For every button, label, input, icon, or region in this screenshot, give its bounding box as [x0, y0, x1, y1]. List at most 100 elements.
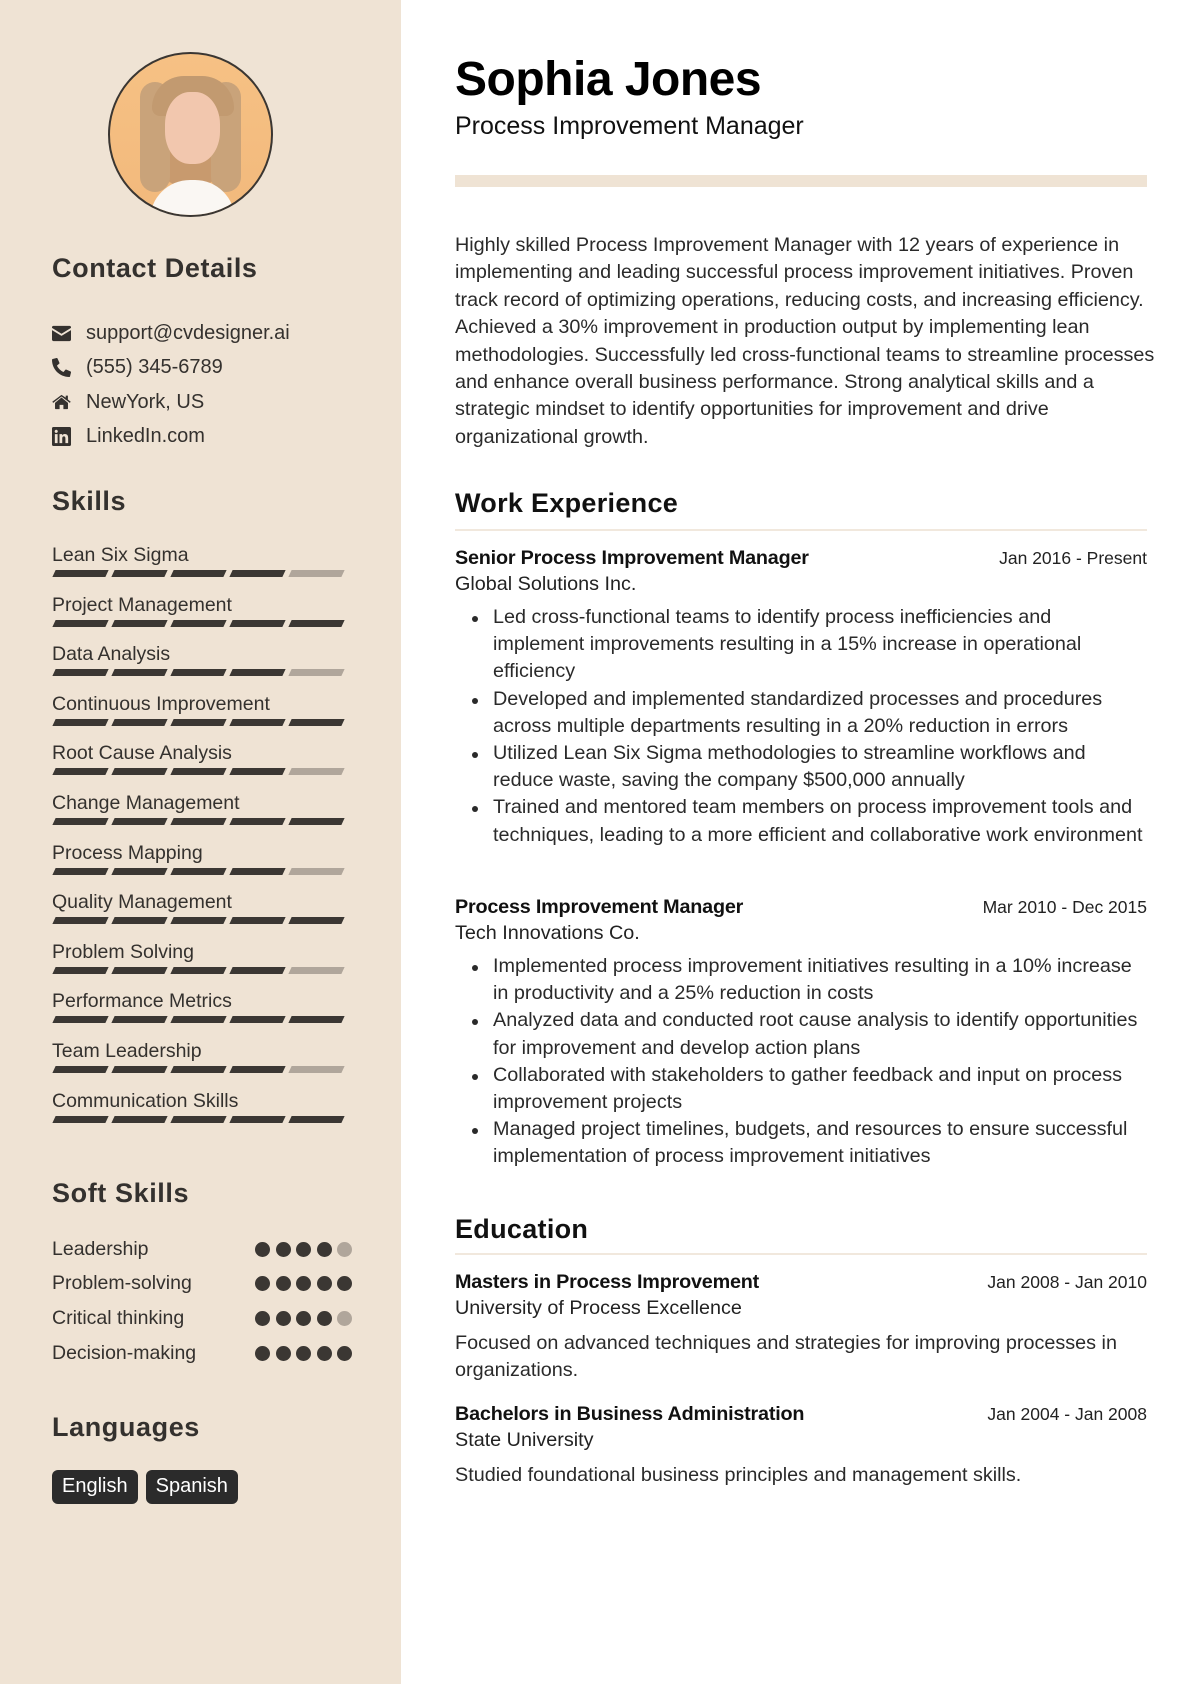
skill-level-bar — [52, 1016, 352, 1024]
skill-level-bar — [52, 817, 352, 825]
skill-item: Root Cause Analysis — [52, 740, 352, 790]
education-divider — [455, 1253, 1147, 1255]
rating-dot-filled — [255, 1345, 270, 1361]
contact-email[interactable]: support@cvdesigner.ai — [52, 316, 372, 351]
soft-skill-rating — [255, 1310, 352, 1326]
education-description: Focused on advanced techniques and strat… — [455, 1332, 1117, 1382]
skill-level-segment-filled — [229, 867, 286, 875]
skill-level-segment-filled — [111, 570, 168, 577]
contact-phone-text: (555) 345-6789 — [86, 356, 223, 379]
skill-name: Quality Management — [52, 891, 232, 914]
job-title: Senior Process Improvement Manager — [455, 547, 809, 569]
skill-level-segment-empty — [288, 1065, 345, 1073]
languages-list: English Spanish — [52, 1470, 238, 1504]
skill-level-segment-filled — [111, 718, 168, 726]
skill-level-segment-filled — [229, 669, 286, 677]
job-dates: Jan 2016 - Present — [999, 548, 1147, 568]
skill-level-segment-filled — [288, 917, 345, 925]
rating-dot-filled — [337, 1276, 352, 1292]
header-divider — [455, 175, 1147, 187]
skill-name: Root Cause Analysis — [52, 742, 232, 765]
skill-level-bar — [52, 570, 352, 577]
skill-name: Performance Metrics — [52, 990, 232, 1013]
skill-level-segment-filled — [52, 768, 109, 776]
skill-level-segment-filled — [170, 917, 227, 925]
skill-name: Change Management — [52, 791, 240, 814]
skill-item: Data Analysis — [52, 641, 352, 691]
contact-linkedin[interactable]: LinkedIn.com — [52, 420, 372, 455]
rating-dot-empty — [337, 1310, 352, 1326]
skill-level-segment-filled — [229, 768, 286, 776]
skill-item: Lean Six Sigma — [52, 542, 352, 592]
contact-heading: Contact Details — [52, 253, 258, 283]
skill-level-segment-filled — [170, 817, 227, 825]
skill-level-segment-filled — [288, 817, 345, 825]
job-bullet: Developed and implemented standardized p… — [455, 686, 1147, 740]
skill-level-segment-empty — [288, 867, 345, 875]
job-company: Global Solutions Inc. — [455, 573, 637, 595]
skill-item: Change Management — [52, 790, 352, 840]
skill-level-segment-filled — [111, 917, 168, 925]
skill-name: Continuous Improvement — [52, 692, 270, 715]
skill-name: Problem Solving — [52, 940, 194, 963]
skill-level-segment-filled — [229, 1016, 286, 1024]
skill-item: Performance Metrics — [52, 988, 352, 1038]
soft-skills-heading: Soft Skills — [52, 1178, 190, 1208]
skill-level-segment-empty — [288, 669, 345, 677]
rating-dot-filled — [296, 1276, 311, 1292]
contact-location-text: NewYork, US — [86, 390, 205, 413]
rating-dot-filled — [275, 1241, 291, 1257]
skill-level-segment-filled — [52, 867, 109, 875]
skill-level-bar — [52, 917, 352, 925]
soft-skills-list: Leadership Problem-solving Critical thinki… — [52, 1232, 352, 1370]
skill-name: Process Mapping — [52, 841, 203, 864]
skill-name: Communication Skills — [52, 1089, 239, 1112]
job-bullet: Managed project timelines, budgets, and … — [455, 1116, 1147, 1170]
contact-linkedin-text: LinkedIn.com — [86, 425, 205, 448]
skill-level-segment-filled — [288, 1115, 345, 1123]
candidate-title: Process Improvement Manager — [455, 112, 804, 140]
skill-level-bar — [52, 867, 352, 875]
skills-list: Lean Six Sigma Project Management Data Ana… — [52, 542, 352, 1137]
skill-level-bar — [52, 669, 352, 677]
envelope-icon — [52, 324, 86, 343]
skill-level-segment-filled — [111, 1016, 168, 1024]
rating-dot-filled — [275, 1276, 291, 1292]
contact-list: support@cvdesigner.ai (555) 345-6789 New… — [52, 316, 372, 454]
contact-phone[interactable]: (555) 345-6789 — [52, 351, 372, 386]
job-bullet: Utilized Lean Six Sigma methodologies to… — [455, 740, 1147, 794]
skill-name: Project Management — [52, 593, 232, 616]
education-entry: Masters in Process Improvement Jan 2008 … — [455, 1271, 1147, 1384]
skill-level-segment-filled — [170, 718, 227, 726]
skill-level-segment-filled — [170, 768, 227, 776]
rating-dot-filled — [296, 1345, 311, 1361]
skill-level-segment-filled — [52, 718, 109, 726]
job-title: Process Improvement Manager — [455, 896, 744, 918]
skill-item: Project Management — [52, 592, 352, 642]
rating-dot-filled — [255, 1310, 270, 1326]
skill-level-segment-filled — [52, 917, 109, 925]
skill-item: Problem Solving — [52, 939, 352, 989]
skill-level-segment-filled — [170, 570, 227, 577]
skill-level-segment-filled — [52, 966, 109, 974]
work-divider — [455, 529, 1147, 531]
skill-level-segment-filled — [170, 1016, 227, 1024]
skill-level-segment-filled — [229, 1065, 286, 1073]
education-description: Studied foundational business principles… — [455, 1464, 1022, 1486]
skill-level-segment-filled — [52, 570, 109, 577]
soft-skill-item: Decision-making — [52, 1336, 352, 1371]
rating-dot-filled — [255, 1241, 270, 1257]
phone-icon — [52, 358, 86, 378]
skill-name: Data Analysis — [52, 643, 171, 666]
skill-level-segment-filled — [52, 817, 109, 825]
school-name: University of Process Excellence — [455, 1297, 742, 1319]
skill-level-segment-filled — [229, 917, 286, 925]
job-bullet: Trained and mentored team members on pro… — [455, 794, 1147, 848]
education-dates: Jan 2008 - Jan 2010 — [987, 1272, 1147, 1292]
skill-item: Communication Skills — [52, 1088, 352, 1138]
languages-heading: Languages — [52, 1412, 200, 1442]
soft-skill-name: Leadership — [52, 1237, 149, 1260]
candidate-name: Sophia Jones — [455, 53, 762, 106]
rating-dot-filled — [316, 1345, 332, 1361]
skill-level-segment-filled — [111, 1115, 168, 1123]
